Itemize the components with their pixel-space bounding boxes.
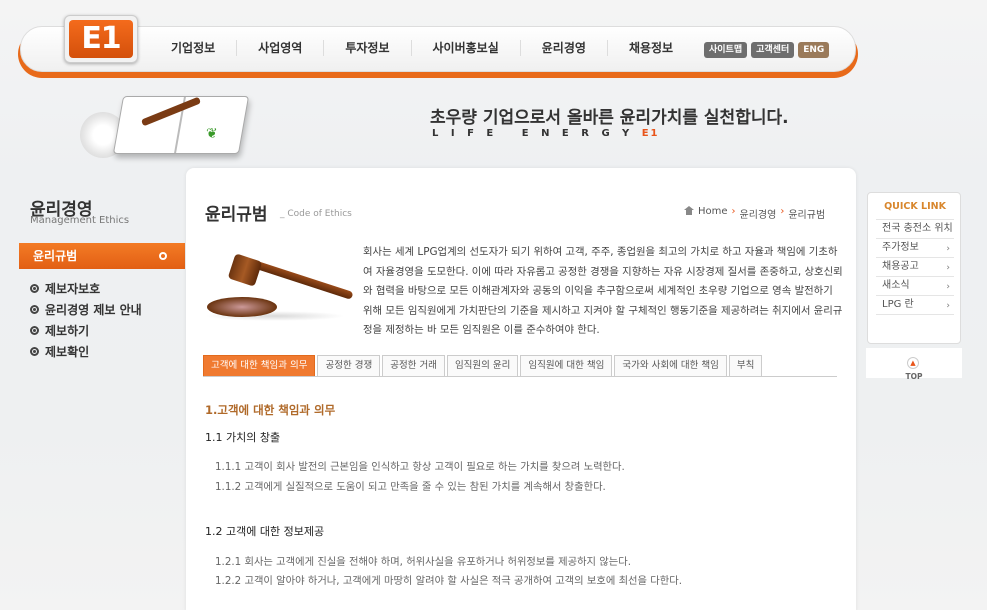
breadcrumb-current: 윤리규범 [788,210,826,221]
page-title-en: _ Code of Ethics [280,209,352,219]
sidebar-menu: 제보자보호 윤리경영 제보 안내 제보하기 제보확인 [30,278,142,362]
tab-social-responsibility[interactable]: 국가와 사회에 대한 책임 [614,355,727,376]
gavel-base [207,297,277,317]
section-title: 1.고객에 대한 책임과 의무 [205,403,336,417]
quick-link-jobs[interactable]: 채용공고 › [876,258,954,277]
chevron-right-icon: › [946,282,950,292]
nav-business[interactable]: 사업영역 [237,40,325,56]
breadcrumb-home[interactable]: Home [698,206,728,221]
chevron-right-icon: › [780,206,785,217]
bullet-icon [30,347,39,356]
tagline-brand: E1 [641,128,660,139]
clause-item: 1.2.1 회사는 고객에게 진실을 전해야 하며, 허위사실을 유포하거나 허… [215,556,631,568]
sidebar-item-code-of-ethics[interactable]: 윤리규범 [19,243,185,269]
tab-bar: 고객에 대한 책임과 의무 공정한 경쟁 공정한 거래 임직원의 윤리 임직원에… [203,355,837,377]
sidebar-item-label: 윤리규범 [33,249,78,263]
sidebar-item-report-check[interactable]: 제보확인 [30,341,142,362]
chevron-right-icon: › [731,206,736,217]
top-label: TOP [905,372,923,381]
utility-links: 사이트맵 고객센터 ENG [704,42,830,58]
banner-tagline: LIFE ENERGYE1 [432,128,660,139]
top-button[interactable]: ▲ TOP [866,348,962,381]
bullet-icon [30,305,39,314]
chevron-right-icon: › [946,244,950,254]
sprout-icon: ❦ [206,126,218,142]
nav-careers[interactable]: 채용정보 [608,40,694,56]
e1-logo[interactable]: E1 [64,15,138,63]
sidebar-item-label: 제보하기 [45,323,90,338]
quick-link-lpg[interactable]: LPG 란 › [876,296,954,315]
quick-link-news[interactable]: 새소식 › [876,277,954,296]
nav-company-info[interactable]: 기업정보 [150,40,238,56]
quick-link-station[interactable]: 전국 충전소 위치 › [876,220,954,239]
tab-fair-competition[interactable]: 공정한 경쟁 [317,355,381,376]
subsection-title: 1.2 고객에 대한 정보제공 [205,525,325,538]
nav-ethics[interactable]: 윤리경영 [521,40,608,56]
chevron-right-icon: › [946,225,950,235]
bullet-icon [30,326,39,335]
tab-supplementary[interactable]: 부칙 [728,355,763,376]
sidebar-item-whistleblower-protection[interactable]: 제보자보호 [30,278,142,299]
quick-link-label: LPG 란 [882,299,914,310]
chevron-right-icon: › [946,263,950,273]
sidebar-subtitle: Management Ethics [30,215,130,226]
banner-slogan: 초우량 기업으로서 올바른 윤리가치를 실천합니다. [430,108,789,128]
quick-link-label: 채용공고 [882,261,919,272]
intro-paragraph: 회사는 세계 LPG업계의 선도자가 되기 위하여 고객, 주주, 종업원을 최… [363,246,843,337]
gavel-image [205,245,354,325]
chevron-right-icon: › [946,301,950,311]
sidebar-item-label: 제보확인 [45,344,90,359]
tab-customer-responsibility[interactable]: 고객에 대한 책임과 의무 [203,355,316,376]
tab-employee-responsibility[interactable]: 임직원에 대한 책임 [520,355,613,376]
quick-link-title: QUICK LINK [884,201,946,212]
quick-link-stock[interactable]: 주가정보 › [876,239,954,258]
quick-link-label: 주가정보 [882,242,919,253]
breadcrumb: Home › 윤리경영 › 윤리규범 [684,206,825,221]
bullet-icon [30,284,39,293]
nav-investor[interactable]: 투자정보 [324,40,412,56]
page-title: 윤리규범 [205,205,268,225]
breadcrumb-ethics[interactable]: 윤리경영 [740,206,777,221]
tab-fair-trade[interactable]: 공정한 거래 [382,355,445,376]
logo-text: E1 [69,20,133,58]
quick-link-panel: QUICK LINK 전국 충전소 위치 › 주가정보 › 채용공고 › 새소식 › L… [867,192,961,344]
nav-pr[interactable]: 사이버홍보실 [412,40,521,56]
global-nav: 기업정보 사업영역 투자정보 사이버홍보실 윤리경영 채용정보 [150,40,694,56]
circle-icon [159,252,167,260]
home-icon [684,206,694,215]
clause-item: 1.2.2 고객이 알아야 하거나, 고객에게 마땅히 알려야 할 사실은 적극… [215,575,682,587]
sidebar-item-label: 제보자보호 [45,281,101,296]
sitemap-button[interactable]: 사이트맵 [704,42,748,58]
quick-link-label: 새소식 [882,280,910,291]
gavel-handle [246,258,354,300]
sidebar-item-label: 윤리경영 제보 안내 [45,302,142,317]
gavel-head [227,253,263,287]
tagline-text: LIFE ENERGY [432,128,642,139]
quick-link-list: 전국 충전소 위치 › 주가정보 › 채용공고 › 새소식 › LPG 란 › [876,219,954,315]
content-card [186,168,856,610]
customer-center-button[interactable]: 고객센터 [751,42,795,58]
quick-link-label: 전국 충전소 위치 [882,223,953,234]
clause-item: 1.1.2 고객에게 실질적으로 도움이 되고 만족을 줄 수 있는 참된 가치… [215,481,606,493]
english-button[interactable]: ENG [798,42,830,58]
arrow-up-icon: ▲ [907,357,919,369]
subsection-title: 1.1 가치의 창출 [205,431,281,444]
tab-employee-ethics[interactable]: 임직원의 윤리 [446,355,519,376]
sidebar-item-report[interactable]: 제보하기 [30,320,142,341]
clause-item: 1.1.1 고객이 회사 발전의 근본임을 인식하고 항상 고객이 필요로 하는… [215,461,625,473]
sidebar-item-report-guide[interactable]: 윤리경영 제보 안내 [30,299,142,320]
